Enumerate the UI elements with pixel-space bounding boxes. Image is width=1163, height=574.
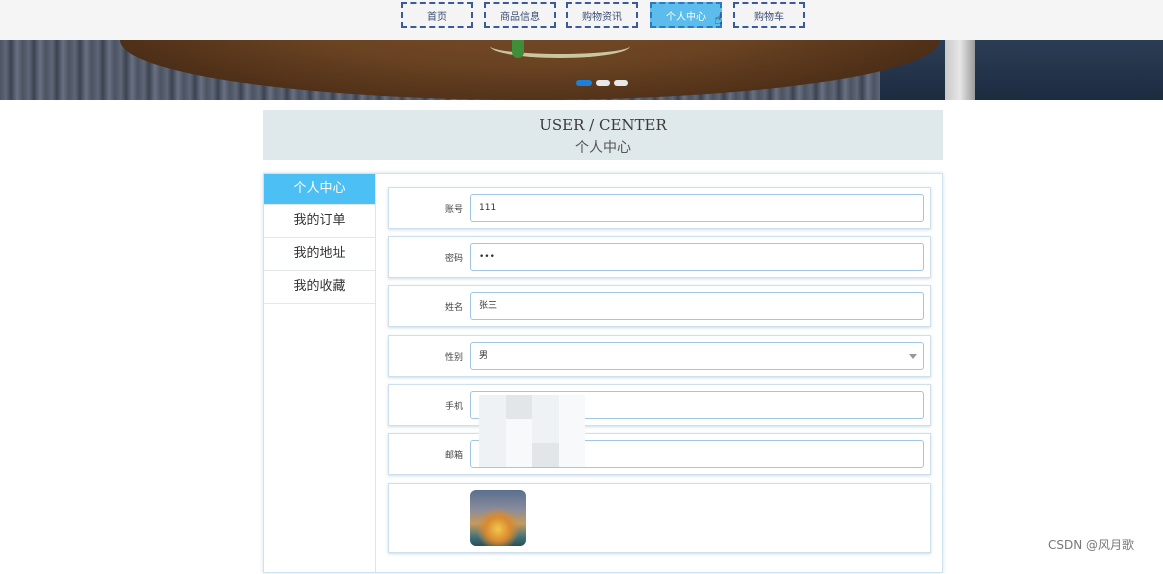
section-title: USER / CENTER 个人中心 <box>263 110 943 160</box>
banner-carousel <box>0 40 1163 100</box>
banner-leaf <box>512 40 524 58</box>
name-label: 姓名 <box>444 303 463 313</box>
password-input[interactable]: ••• <box>470 243 924 271</box>
password-label: 密码 <box>444 254 463 264</box>
form-row-phone: 手机 <box>388 384 931 426</box>
user-center-panel: 个人中心 我的订单 我的地址 我的收藏 账号 111 密码 ••• 姓名 张三 … <box>263 173 943 574</box>
gender-select[interactable]: 男 <box>470 342 924 370</box>
hand-cursor-icon: ☝ <box>714 12 723 28</box>
top-nav: 首页 商品信息 购物资讯 个人中心 购物车 ☝ <box>0 0 1163 40</box>
chevron-down-icon <box>909 354 917 359</box>
section-title-en: USER / CENTER <box>539 116 667 134</box>
section-title-cn: 个人中心 <box>575 140 631 156</box>
sidebar-item-orders[interactable]: 我的订单 <box>264 205 375 238</box>
privacy-mosaic <box>479 395 585 467</box>
gender-label: 性别 <box>444 353 463 363</box>
nav-products[interactable]: 商品信息 <box>484 2 556 28</box>
form-row-name: 姓名 张三 <box>388 285 931 327</box>
carousel-dot-1[interactable] <box>576 80 592 86</box>
form-row-account: 账号 111 <box>388 187 931 229</box>
name-input[interactable]: 张三 <box>470 292 924 320</box>
avatar[interactable] <box>470 490 526 546</box>
account-label: 账号 <box>444 205 463 215</box>
form-row-password: 密码 ••• <box>388 236 931 278</box>
nav-user-center[interactable]: 个人中心 <box>650 2 722 28</box>
nav-home[interactable]: 首页 <box>401 2 473 28</box>
gender-value: 男 <box>479 351 489 361</box>
sidebar-item-user-center[interactable]: 个人中心 <box>264 174 375 205</box>
phone-label: 手机 <box>444 402 463 412</box>
form-row-avatar <box>388 483 931 553</box>
form-row-email: 邮箱 <box>388 433 931 475</box>
sidebar-item-favorites[interactable]: 我的收藏 <box>264 271 375 304</box>
nav-news[interactable]: 购物资讯 <box>566 2 638 28</box>
account-input[interactable]: 111 <box>470 194 924 222</box>
email-label: 邮箱 <box>444 451 463 461</box>
carousel-dot-2[interactable] <box>596 80 610 86</box>
carousel-indicators <box>576 80 628 86</box>
nav-cart[interactable]: 购物车 <box>733 2 805 28</box>
sidebar-item-address[interactable]: 我的地址 <box>264 238 375 271</box>
carousel-dot-3[interactable] <box>614 80 628 86</box>
form-row-gender: 性别 男 <box>388 335 931 377</box>
watermark: CSDN @风月歌 <box>1048 538 1135 552</box>
sidebar: 个人中心 我的订单 我的地址 我的收藏 <box>264 174 376 574</box>
banner-knife <box>945 40 975 100</box>
